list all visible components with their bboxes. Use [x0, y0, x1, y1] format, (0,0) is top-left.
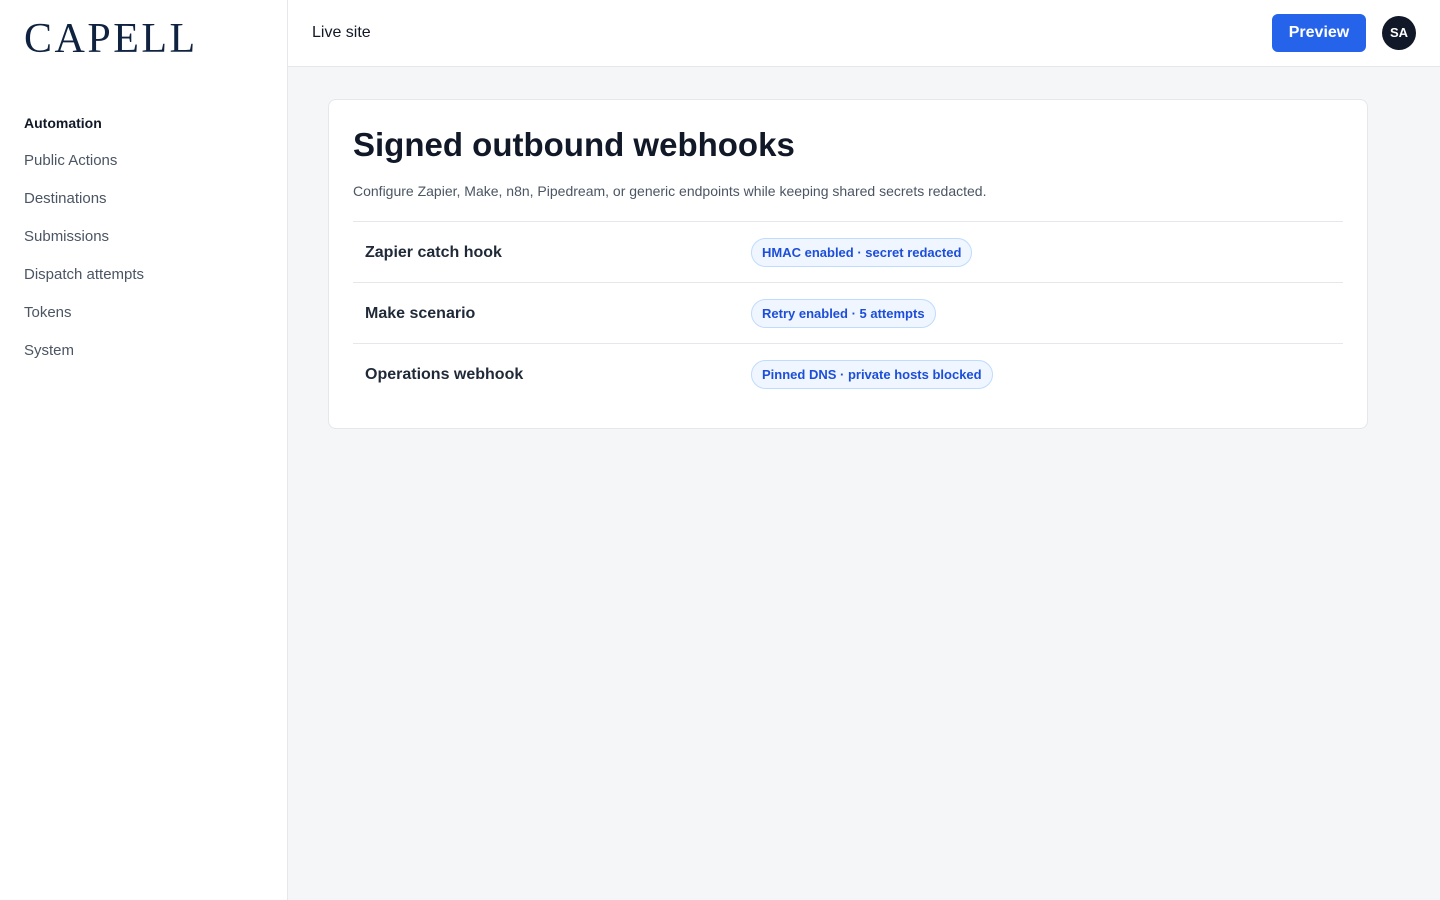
- webhooks-card: Signed outbound webhooks Configure Zapie…: [328, 99, 1368, 429]
- sidebar: CAPELL Automation Public Actions Destina…: [0, 0, 288, 900]
- webhook-row-zapier[interactable]: Zapier catch hook HMAC enabled · secret …: [353, 221, 1343, 282]
- app-shell: CAPELL Automation Public Actions Destina…: [0, 0, 1440, 900]
- sidebar-nav: Automation Public Actions Destinations S…: [0, 104, 287, 370]
- avatar[interactable]: SA: [1382, 16, 1416, 50]
- preview-button[interactable]: Preview: [1272, 14, 1366, 52]
- sidebar-item-public-actions[interactable]: Public Actions: [0, 142, 287, 180]
- sidebar-item-tokens[interactable]: Tokens: [0, 294, 287, 332]
- sidebar-section-automation[interactable]: Automation: [0, 104, 287, 142]
- page-description: Configure Zapier, Make, n8n, Pipedream, …: [353, 183, 987, 199]
- status-badge: Retry enabled · 5 attempts: [751, 299, 936, 328]
- page-title: Signed outbound webhooks: [353, 126, 795, 163]
- webhook-row-make[interactable]: Make scenario Retry enabled · 5 attempts: [353, 282, 1343, 343]
- brand-logo[interactable]: CAPELL: [24, 16, 198, 62]
- webhook-list: Zapier catch hook HMAC enabled · secret …: [353, 221, 1343, 404]
- main-content: Live site Preview SA Signed outbound web…: [288, 0, 1440, 900]
- status-badge: Pinned DNS · private hosts blocked: [751, 360, 993, 389]
- sidebar-item-destinations[interactable]: Destinations: [0, 180, 287, 218]
- status-badge: HMAC enabled · secret redacted: [751, 238, 973, 267]
- topbar: Live site Preview SA: [288, 0, 1440, 67]
- webhook-name: Make scenario: [365, 305, 476, 322]
- sidebar-item-dispatch-attempts[interactable]: Dispatch attempts: [0, 256, 287, 294]
- sidebar-item-system[interactable]: System: [0, 332, 287, 370]
- sidebar-item-submissions[interactable]: Submissions: [0, 218, 287, 256]
- webhook-name: Operations webhook: [365, 366, 524, 383]
- webhook-row-operations[interactable]: Operations webhook Pinned DNS · private …: [353, 343, 1343, 404]
- live-site-link[interactable]: Live site: [312, 0, 371, 66]
- webhook-name: Zapier catch hook: [365, 244, 502, 261]
